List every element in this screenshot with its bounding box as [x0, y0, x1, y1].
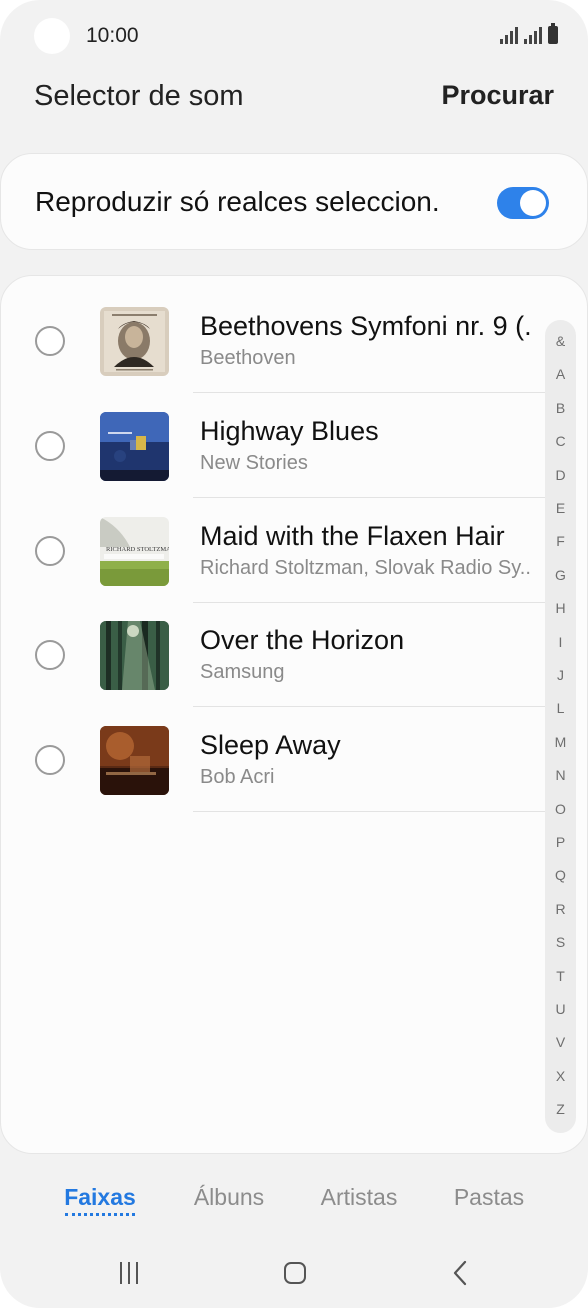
track-title: Over the Horizon: [200, 625, 405, 655]
header: Selector de som Procurar: [0, 72, 588, 132]
index-letter[interactable]: Z: [545, 1101, 576, 1117]
signal-icon: [524, 26, 542, 44]
album-art-text: RICHARD STOLTZMAN: [106, 546, 169, 553]
track-row[interactable]: Sleep Away Bob Acri: [1, 708, 545, 812]
phone-screen: 10:00 Selector de som Procurar Reproduzi…: [0, 0, 588, 1308]
track-row[interactable]: Highway Blues New Stories: [1, 394, 545, 498]
tab-artists[interactable]: Artistas: [294, 1184, 424, 1211]
blue-night-city-art: [100, 412, 169, 481]
track-radio[interactable]: [35, 326, 65, 356]
index-letter[interactable]: O: [545, 801, 576, 817]
richard-stoltzman-cover-art: RICHARD STOLTZMAN: [100, 517, 169, 586]
track-artist: Beethoven: [200, 347, 296, 369]
piano-warm-art: [100, 726, 169, 795]
status-icons: [500, 23, 558, 44]
track-radio[interactable]: [35, 640, 65, 670]
bottom-tabs: Faixas Álbuns Artistas Pastas: [0, 1170, 588, 1230]
index-letter[interactable]: G: [545, 567, 576, 583]
track-row[interactable]: RICHARD STOLTZMAN Maid with the Flaxen H…: [1, 499, 545, 603]
beethoven-portrait-art: [100, 307, 169, 376]
track-radio[interactable]: [35, 431, 65, 461]
track-artist: New Stories: [200, 452, 308, 474]
track-title: Beethovens Symfoni nr. 9 (..: [200, 311, 530, 341]
search-button[interactable]: Procurar: [441, 80, 554, 111]
index-letter[interactable]: N: [545, 767, 576, 783]
album-art: RICHARD STOLTZMAN: [100, 517, 169, 586]
track-radio[interactable]: [35, 745, 65, 775]
track-artist: Bob Acri: [200, 766, 275, 788]
camera-cutout: [34, 18, 70, 54]
toggle-label: Reproduzir só realces seleccion.: [35, 186, 440, 217]
tab-folders[interactable]: Pastas: [424, 1184, 554, 1211]
album-art: [100, 307, 169, 376]
tab-tracks[interactable]: Faixas: [35, 1184, 165, 1211]
signal-icon: [500, 26, 518, 44]
back-icon[interactable]: [452, 1260, 468, 1286]
divider: [193, 811, 545, 812]
index-letter[interactable]: P: [545, 834, 576, 850]
track-title: Maid with the Flaxen Hair: [200, 521, 505, 551]
index-letter[interactable]: Q: [545, 867, 576, 883]
highlights-toggle-row[interactable]: Reproduzir só realces seleccion.: [0, 153, 588, 250]
index-letter[interactable]: F: [545, 533, 576, 549]
track-title: Sleep Away: [200, 730, 341, 760]
index-letter[interactable]: V: [545, 1034, 576, 1050]
index-letter[interactable]: L: [545, 700, 576, 716]
divider: [193, 497, 545, 498]
page-title: Selector de som: [34, 80, 244, 112]
index-letter[interactable]: S: [545, 934, 576, 950]
index-letter[interactable]: J: [545, 667, 576, 683]
track-row[interactable]: Over the Horizon Samsung: [1, 603, 545, 707]
index-letter[interactable]: D: [545, 467, 576, 483]
battery-icon: [548, 23, 558, 44]
divider: [193, 706, 545, 707]
status-bar: 10:00: [0, 0, 588, 72]
index-letter[interactable]: A: [545, 366, 576, 382]
home-icon[interactable]: [284, 1262, 306, 1284]
index-letter[interactable]: C: [545, 433, 576, 449]
index-letter[interactable]: U: [545, 1001, 576, 1017]
album-art: [100, 621, 169, 690]
index-letter[interactable]: R: [545, 901, 576, 917]
forest-light-art: [100, 621, 169, 690]
index-letter[interactable]: E: [545, 500, 576, 516]
track-radio[interactable]: [35, 536, 65, 566]
index-letter[interactable]: T: [545, 968, 576, 984]
album-art: [100, 412, 169, 481]
track-row[interactable]: Beethovens Symfoni nr. 9 (.. Beethoven: [1, 289, 545, 393]
alphabet-index-scroller[interactable]: & A B C D E F G H I J L M N O P Q R S T U V X Z: [545, 320, 576, 1133]
track-artist: Richard Stoltzman, Slovak Radio Sy..: [200, 557, 530, 579]
index-letter[interactable]: I: [545, 634, 576, 650]
navigation-bar: [0, 1240, 588, 1308]
track-artist: Samsung: [200, 661, 285, 683]
recents-icon[interactable]: [120, 1262, 138, 1284]
index-letter[interactable]: X: [545, 1068, 576, 1084]
divider: [193, 392, 545, 393]
tab-albums[interactable]: Álbuns: [164, 1184, 294, 1211]
highlights-toggle[interactable]: [497, 187, 549, 219]
album-art: [100, 726, 169, 795]
track-title: Highway Blues: [200, 416, 379, 446]
index-letter[interactable]: H: [545, 600, 576, 616]
index-letter[interactable]: B: [545, 400, 576, 416]
status-time: 10:00: [86, 24, 139, 47]
active-tab-indicator: [65, 1213, 135, 1216]
toggle-knob: [520, 190, 546, 216]
index-letter[interactable]: &: [545, 333, 576, 349]
track-list: Beethovens Symfoni nr. 9 (.. Beethoven H…: [0, 275, 588, 1154]
index-letter[interactable]: M: [545, 734, 576, 750]
